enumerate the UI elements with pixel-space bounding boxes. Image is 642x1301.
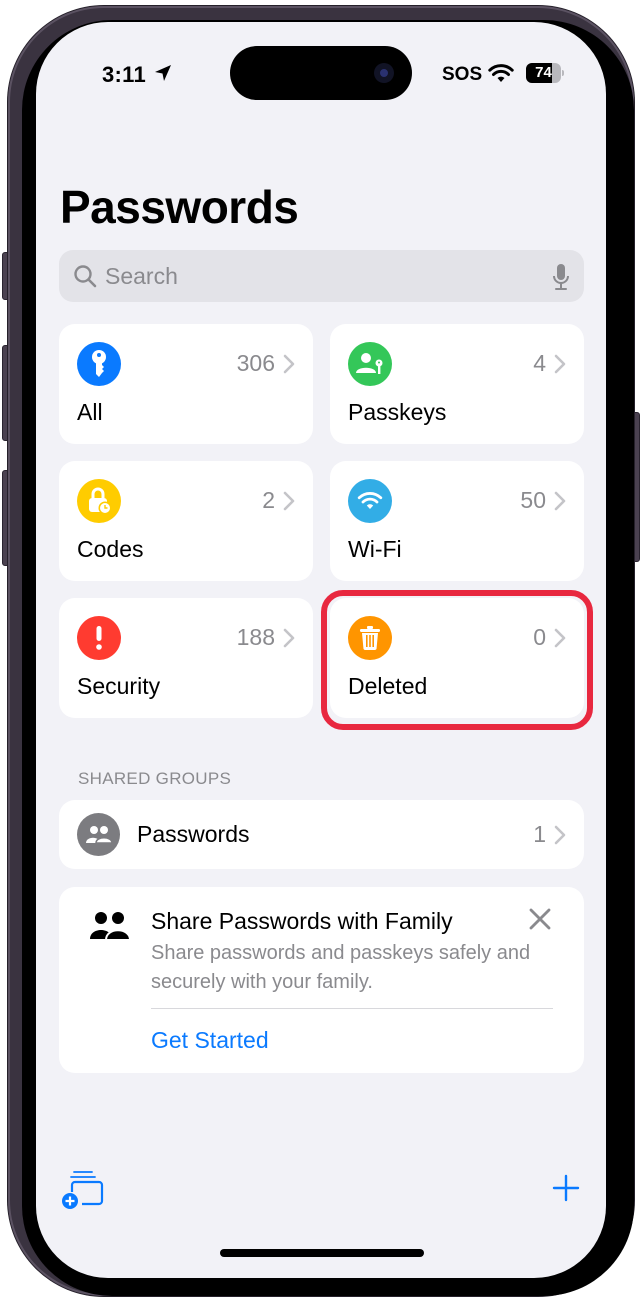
category-label: Passkeys — [348, 399, 447, 425]
category-label: Wi-Fi — [348, 536, 402, 562]
section-header-shared-groups: SHARED GROUPS — [78, 769, 232, 788]
screen: 3:11 SOS 74 Passwords Search 306 All 4 P… — [36, 22, 606, 1278]
chevron-right-icon — [283, 628, 295, 648]
chevron-right-icon — [554, 354, 566, 374]
dynamic-island — [230, 46, 412, 100]
chevron-right-icon — [283, 491, 295, 511]
page-title: Passwords — [60, 181, 299, 233]
get-started-button[interactable]: Get Started — [151, 1027, 269, 1054]
category-tile-codes[interactable]: 2 Codes — [59, 461, 313, 581]
category-count: 306 — [236, 350, 275, 376]
category-count: 0 — [533, 624, 546, 650]
chevron-right-icon — [554, 491, 566, 511]
search-bar[interactable] — [59, 250, 584, 302]
people-icon — [90, 912, 131, 941]
search-icon — [74, 265, 97, 288]
trash-icon — [348, 616, 392, 660]
share-card-title: Share Passwords with Family — [151, 908, 453, 934]
search-input[interactable] — [105, 250, 525, 302]
lock-clock-icon — [77, 479, 121, 523]
category-tile-security[interactable]: 188 Security — [59, 598, 313, 718]
category-count: 188 — [236, 624, 275, 650]
category-tile-passkeys[interactable]: 4 Passkeys — [330, 324, 584, 444]
wifi-icon — [348, 479, 392, 523]
status-time: 3:11 — [102, 62, 147, 87]
divider — [151, 1008, 553, 1009]
location-arrow-icon — [155, 65, 171, 81]
category-count: 4 — [533, 350, 546, 376]
people-icon — [77, 813, 120, 856]
category-label: All — [77, 399, 103, 425]
new-group-icon[interactable] — [60, 1170, 104, 1210]
microphone-icon[interactable] — [552, 263, 570, 291]
battery-icon: 74 — [526, 63, 564, 83]
category-label: Codes — [77, 536, 144, 562]
battery-percent: 74 — [535, 64, 552, 81]
plus-icon[interactable] — [552, 1174, 580, 1202]
category-count: 2 — [262, 487, 275, 513]
exclamation-icon — [77, 616, 121, 660]
camera-icon — [374, 63, 394, 83]
category-tile-wifi[interactable]: 50 Wi-Fi — [330, 461, 584, 581]
shared-group-label: Passwords — [137, 821, 250, 847]
category-label: Deleted — [348, 673, 428, 699]
share-family-card: Share Passwords with Family Share passwo… — [59, 887, 584, 1073]
shared-group-count: 1 — [533, 821, 546, 847]
shared-group-row[interactable]: Passwords 1 — [59, 800, 584, 869]
category-tile-deleted[interactable]: 0 Deleted — [330, 598, 584, 718]
category-count: 50 — [520, 487, 546, 513]
person-key-icon — [348, 342, 392, 386]
home-indicator[interactable] — [220, 1249, 424, 1257]
wifi-icon — [488, 64, 514, 82]
close-icon[interactable] — [528, 907, 552, 931]
key-icon — [77, 342, 121, 386]
status-carrier: SOS — [442, 64, 483, 85]
chevron-right-icon — [554, 628, 566, 648]
chevron-right-icon — [554, 825, 566, 845]
category-label: Security — [77, 673, 161, 699]
category-tile-all[interactable]: 306 All — [59, 324, 313, 444]
chevron-right-icon — [283, 354, 295, 374]
share-card-description: Share passwords and passkeys safely and … — [151, 942, 531, 993]
